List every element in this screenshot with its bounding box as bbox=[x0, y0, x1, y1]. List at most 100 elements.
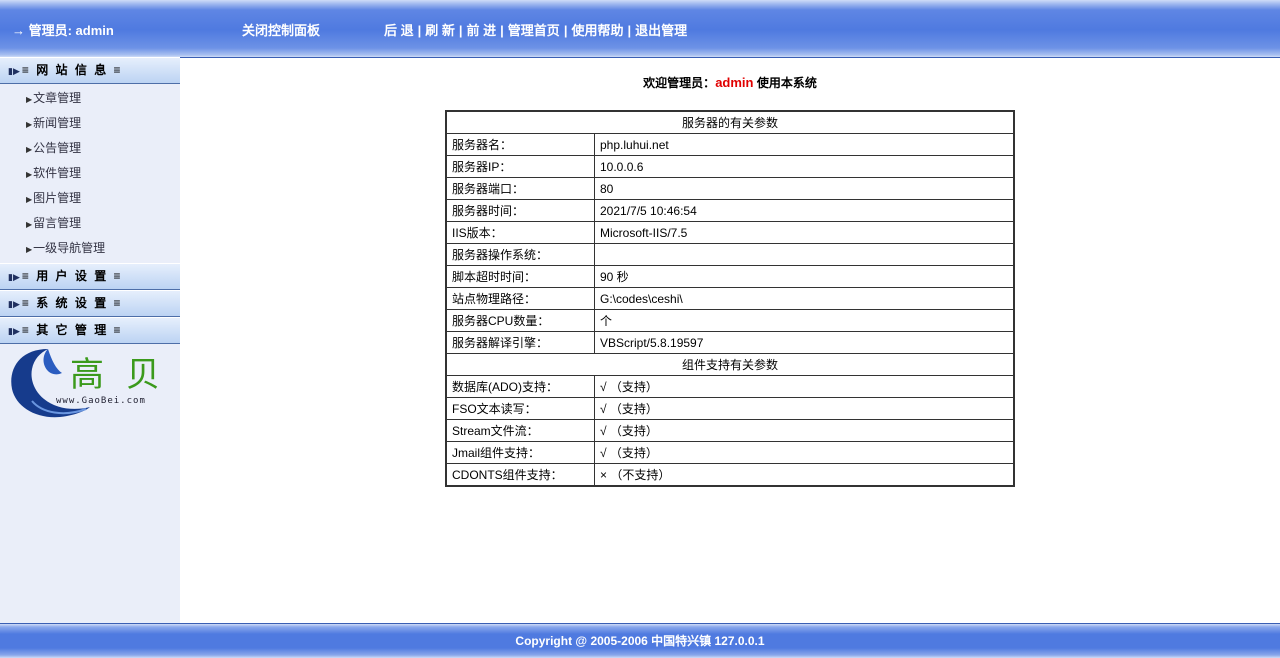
param-value: √ （支持） bbox=[594, 419, 1015, 442]
nav-separator: | bbox=[417, 23, 422, 38]
triangle-right-icon: ▶ bbox=[26, 95, 33, 104]
server-info-title: 服务器的有关参数 bbox=[445, 110, 1015, 134]
param-key: 服务器IP： bbox=[445, 155, 595, 178]
nav-help-link[interactable]: 使用帮助 bbox=[571, 23, 623, 38]
sidebar-item-software[interactable]: ▶软件管理 bbox=[0, 161, 180, 186]
menu-section-site-info[interactable]: ▮▶ ≡ 网 站 信 息 ≡ bbox=[0, 57, 180, 84]
param-key: Jmail组件支持： bbox=[445, 441, 595, 464]
param-key: 脚本超时时间： bbox=[445, 265, 595, 288]
param-value: 个 bbox=[594, 309, 1015, 332]
table-row: 数据库(ADO)支持： √ （支持） bbox=[445, 375, 1015, 398]
triangle-right-icon: ▶ bbox=[26, 145, 33, 154]
components-title: 组件支持有关参数 bbox=[445, 353, 1015, 376]
sidebar-item-label: 文章管理 bbox=[33, 91, 82, 105]
nav-separator: | bbox=[500, 23, 504, 38]
nav-separator: | bbox=[627, 23, 632, 38]
footer: Copyright @ 2005-2006 中国特兴镇 127.0.0.1 bbox=[0, 623, 1280, 658]
top-bar: → 管理员: admin 关闭控制面板 后 退 | 刷 新 | 前 进 | 管理首页 | 使用帮… bbox=[0, 0, 1280, 58]
sidebar-item-label: 留言管理 bbox=[33, 216, 82, 230]
welcome-suffix: 使用本系统 bbox=[753, 76, 817, 90]
menu-section-label: ≡ 用 户 设 置 ≡ bbox=[21, 269, 123, 283]
param-value: G:\codes\ceshi\ bbox=[594, 287, 1015, 310]
sidebar-item-notices[interactable]: ▶公告管理 bbox=[0, 136, 180, 161]
menu-section-other[interactable]: ▮▶ ≡ 其 它 管 理 ≡ bbox=[0, 317, 180, 344]
param-value: Microsoft-IIS/7.5 bbox=[594, 221, 1015, 244]
param-value: 80 bbox=[594, 177, 1015, 200]
triangle-right-icon: ▶ bbox=[26, 170, 33, 179]
copyright-text: Copyright @ 2005-2006 中国特兴镇 127.0.0.1 bbox=[515, 634, 765, 648]
menu-section-user-settings[interactable]: ▮▶ ≡ 用 户 设 置 ≡ bbox=[0, 263, 180, 290]
table-row: 服务器端口： 80 bbox=[445, 177, 1015, 200]
welcome-admin-name: admin bbox=[715, 75, 754, 90]
menu-section-label: ≡ 其 它 管 理 ≡ bbox=[21, 323, 123, 337]
welcome-prefix: 欢迎管理员： bbox=[643, 76, 716, 90]
triangle-right-icon: ▶ bbox=[26, 220, 33, 229]
nav-separator: | bbox=[458, 23, 463, 38]
sidebar-item-label: 新闻管理 bbox=[33, 116, 82, 130]
table-row: 服务器时间： 2021/7/5 10:46:54 bbox=[445, 199, 1015, 222]
sidebar-item-label: 图片管理 bbox=[33, 191, 82, 205]
table-section-header: 组件支持有关参数 bbox=[445, 353, 1015, 376]
expand-arrow-icon: ▮▶ bbox=[8, 66, 20, 76]
menu-section-label: ≡ 网 站 信 息 ≡ bbox=[21, 63, 123, 77]
logo-site-url: www.GaoBei.com bbox=[56, 396, 146, 406]
nav-separator: | bbox=[563, 23, 568, 38]
sidebar-item-label: 软件管理 bbox=[33, 166, 82, 180]
sidebar-item-images[interactable]: ▶图片管理 bbox=[0, 186, 180, 211]
nav-refresh-link[interactable]: 刷 新 bbox=[425, 23, 455, 38]
admin-label: → 管理员: admin bbox=[12, 23, 114, 38]
sidebar-item-label: 一级导航管理 bbox=[33, 241, 106, 255]
param-value: php.luhui.net bbox=[594, 133, 1015, 156]
logo-chars: 高贝 bbox=[70, 355, 182, 395]
sidebar-item-news[interactable]: ▶新闻管理 bbox=[0, 111, 180, 136]
triangle-right-icon: ▶ bbox=[26, 195, 33, 204]
table-row: 服务器CPU数量：个 bbox=[445, 309, 1015, 332]
table-row: FSO文本读写： √ （支持） bbox=[445, 397, 1015, 420]
menu-items-site-info: ▶文章管理 ▶新闻管理 ▶公告管理 ▶软件管理 ▶图片管理 ▶留言管理 ▶一级导… bbox=[0, 84, 180, 263]
param-value: √ （支持） bbox=[594, 441, 1015, 464]
nav-back-link[interactable]: 后 退 bbox=[384, 23, 414, 38]
gaobei-logo: 高贝 www.GaoBei.com bbox=[8, 343, 178, 423]
nav-forward-link[interactable]: 前 进 bbox=[467, 23, 497, 38]
expand-arrow-icon: ▮▶ bbox=[8, 299, 20, 309]
param-key: 服务器操作系统： bbox=[445, 243, 595, 266]
nav-admin-home-link[interactable]: 管理首页 bbox=[508, 23, 560, 38]
param-value: 10.0.0.6 bbox=[594, 155, 1015, 178]
sidebar-item-label: 公告管理 bbox=[33, 141, 82, 155]
table-section-header: 服务器的有关参数 bbox=[445, 110, 1015, 134]
param-key: 服务器名： bbox=[445, 133, 595, 156]
table-row: 服务器解译引擎： VBScript/5.8.19597 bbox=[445, 331, 1015, 354]
param-value bbox=[594, 243, 1015, 266]
sidebar-item-articles[interactable]: ▶文章管理 bbox=[0, 86, 180, 111]
table-row: Stream文件流： √ （支持） bbox=[445, 419, 1015, 442]
welcome-message: 欢迎管理员：admin 使用本系统 bbox=[180, 74, 1280, 91]
expand-arrow-icon: ▮▶ bbox=[8, 326, 20, 336]
param-value: 90 秒 bbox=[594, 265, 1015, 288]
param-value: 2021/7/5 10:46:54 bbox=[594, 199, 1015, 222]
close-panel-link[interactable]: 关闭控制面板 bbox=[242, 20, 320, 39]
table-row: 服务器操作系统： bbox=[445, 243, 1015, 266]
expand-arrow-icon: ▮▶ bbox=[8, 272, 20, 282]
param-value: VBScript/5.8.19597 bbox=[594, 331, 1015, 354]
sidebar-item-primary-nav[interactable]: ▶一级导航管理 bbox=[0, 236, 180, 261]
param-key: Stream文件流： bbox=[445, 419, 595, 442]
param-value: √ （支持） bbox=[594, 397, 1015, 420]
sidebar: ▮▶ ≡ 网 站 信 息 ≡ ▶文章管理 ▶新闻管理 ▶公告管理 ▶软件管理 ▶图… bbox=[0, 57, 180, 623]
table-row: CDONTS组件支持： × （不支持） bbox=[445, 463, 1015, 487]
param-key: FSO文本读写： bbox=[445, 397, 595, 420]
triangle-right-icon: ▶ bbox=[26, 120, 33, 129]
menu-section-system-settings[interactable]: ▮▶ ≡ 系 统 设 置 ≡ bbox=[0, 290, 180, 317]
triangle-right-icon: ▶ bbox=[26, 245, 33, 254]
param-value: √ （支持） bbox=[594, 375, 1015, 398]
table-row: IIS版本： Microsoft-IIS/7.5 bbox=[445, 221, 1015, 244]
param-key: 站点物理路径： bbox=[445, 287, 595, 310]
nav-logout-link[interactable]: 退出管理 bbox=[635, 23, 687, 38]
top-nav: 后 退 | 刷 新 | 前 进 | 管理首页 | 使用帮助 | 退出管理 bbox=[384, 20, 687, 39]
menu-section-label: ≡ 系 统 设 置 ≡ bbox=[21, 296, 123, 310]
param-key: 服务器端口： bbox=[445, 177, 595, 200]
sidebar-item-messages[interactable]: ▶留言管理 bbox=[0, 211, 180, 236]
param-key: CDONTS组件支持： bbox=[445, 463, 595, 487]
param-key: 数据库(ADO)支持： bbox=[445, 375, 595, 398]
param-key: 服务器时间： bbox=[445, 199, 595, 222]
table-row: Jmail组件支持： √ （支持） bbox=[445, 441, 1015, 464]
